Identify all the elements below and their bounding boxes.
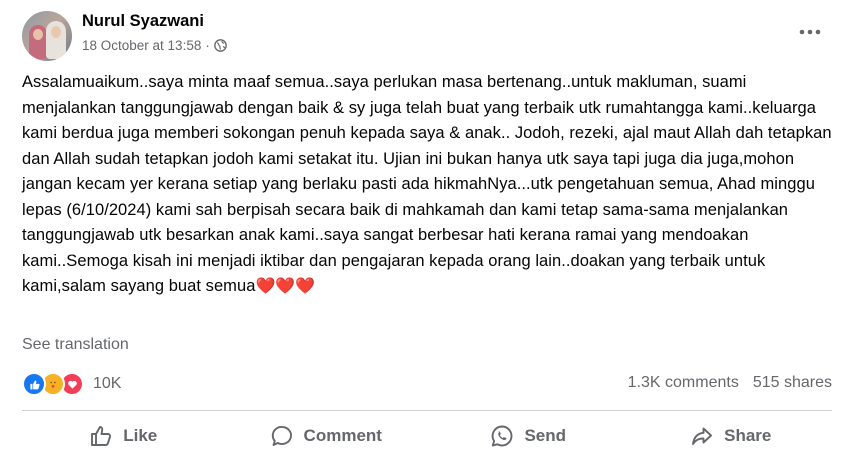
like-icon [22,372,46,396]
avatar-face-left [33,29,43,40]
comment-bubble-icon [270,424,294,448]
share-button[interactable]: Share [630,414,833,458]
post-body: Assalamuaikum..saya minta maaf semua..sa… [22,70,837,300]
actions-divider [22,410,832,411]
comment-label: Comment [303,426,382,445]
share-label: Share [724,426,772,445]
globe-icon[interactable] [214,39,227,52]
reactions-summary[interactable]: 10K [22,372,121,396]
post-stats: 1.3K comments 515 shares [628,374,832,392]
comment-button[interactable]: Comment [225,414,428,458]
like-label: Like [123,426,158,445]
heart-emoji: ❤️❤️❤️ [255,278,316,295]
post-timestamp[interactable]: 18 October at 13:58 [82,38,201,53]
post-actions-bar: Like Comment Send Share [22,414,832,458]
comments-count[interactable]: 1.3K comments [628,374,739,392]
author-avatar[interactable] [22,11,72,61]
send-button[interactable]: Send [427,414,630,458]
thumbs-up-icon [89,424,113,448]
see-translation-link[interactable]: See translation [22,336,129,354]
author-name[interactable]: Nurul Syazwani [82,12,204,31]
more-options-icon[interactable] [796,22,824,42]
share-arrow-icon [690,424,714,448]
send-label: Send [524,426,567,445]
like-button[interactable]: Like [22,414,225,458]
whatsapp-icon [490,424,514,448]
shares-count[interactable]: 515 shares [753,374,832,392]
avatar-face-right [51,26,61,38]
post-meta: 18 October at 13:58 · [82,38,227,53]
reactions-count[interactable]: 10K [93,375,121,393]
meta-separator: · [205,38,210,53]
post-text: Assalamuaikum..saya minta maaf semua..sa… [22,73,832,295]
